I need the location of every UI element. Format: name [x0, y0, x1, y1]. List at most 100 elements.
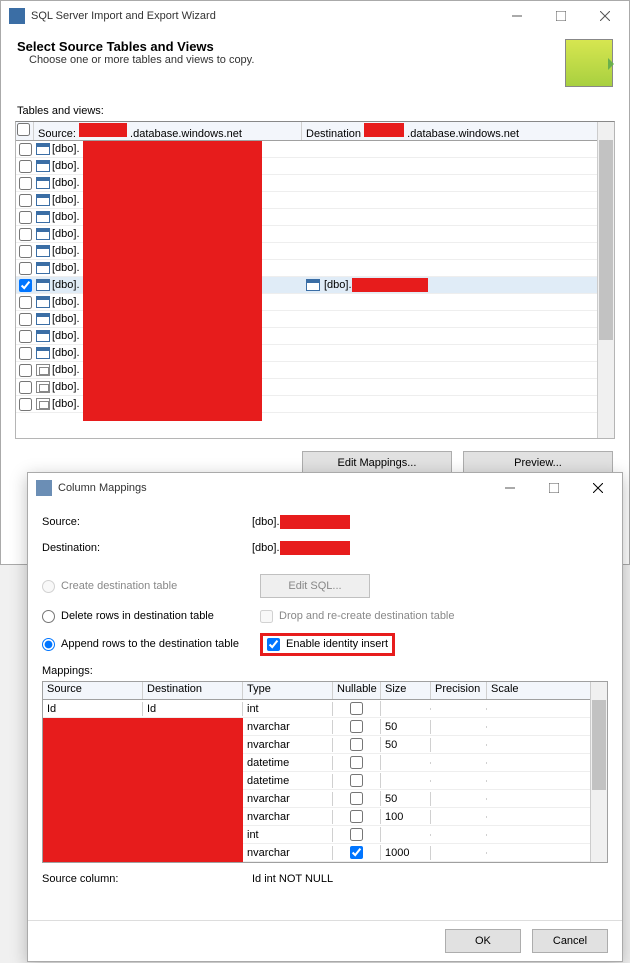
ok-button[interactable]: OK — [445, 929, 521, 953]
col-scale[interactable]: Scale — [487, 682, 607, 699]
mapping-row[interactable]: IdIdint — [43, 700, 607, 718]
map-nullable[interactable] — [333, 755, 381, 770]
dialog-icon — [36, 480, 52, 496]
table-icon — [34, 313, 52, 325]
source-column-header[interactable]: Source: .database.windows.net — [34, 122, 302, 140]
table-icon — [34, 160, 52, 172]
row-checkbox[interactable] — [16, 211, 34, 224]
table-icon — [34, 211, 52, 223]
dialog-minimize-button[interactable] — [488, 474, 532, 502]
col-type[interactable]: Type — [243, 682, 333, 699]
select-all-checkbox[interactable] — [16, 122, 34, 140]
map-precision — [431, 762, 487, 764]
table-icon — [34, 228, 52, 240]
tables-grid: Source: .database.windows.net Destinatio… — [15, 121, 615, 439]
drop-recreate-checkbox: Drop and re-create destination table — [260, 610, 455, 623]
vertical-scrollbar[interactable] — [597, 122, 614, 438]
table-icon — [34, 262, 52, 274]
dialog-close-button[interactable] — [576, 474, 620, 502]
map-type: nvarchar — [243, 738, 333, 752]
mappings-scrollbar[interactable] — [590, 682, 607, 862]
identity-insert-highlight: Enable identity insert — [260, 633, 395, 656]
row-checkbox[interactable] — [16, 143, 34, 156]
tables-grid-header: Source: .database.windows.net Destinatio… — [16, 122, 614, 141]
map-precision — [431, 852, 487, 854]
map-nullable[interactable] — [333, 719, 381, 734]
col-precision[interactable]: Precision — [431, 682, 487, 699]
col-destination[interactable]: Destination — [143, 682, 243, 699]
map-nullable[interactable] — [333, 701, 381, 716]
row-checkbox[interactable] — [16, 177, 34, 190]
map-precision — [431, 834, 487, 836]
enable-identity-insert-checkbox[interactable]: Enable identity insert — [267, 638, 388, 651]
wizard-header: Select Source Tables and Views Choose on… — [1, 31, 629, 103]
map-size — [381, 762, 431, 764]
page-heading: Select Source Tables and Views — [17, 39, 557, 54]
delete-rows-radio[interactable]: Delete rows in destination table — [42, 610, 260, 623]
map-size: 50 — [381, 720, 431, 734]
column-mappings-dialog: Column Mappings Source: [dbo]. Destinati… — [27, 472, 623, 962]
edit-sql-button: Edit SQL... — [260, 574, 370, 598]
wizard-titlebar[interactable]: SQL Server Import and Export Wizard — [1, 1, 629, 31]
map-precision — [431, 708, 487, 710]
row-checkbox[interactable] — [16, 296, 34, 309]
source-value: [dbo]. — [252, 516, 280, 528]
dest-host: .database.windows.net — [407, 128, 519, 140]
row-checkbox[interactable] — [16, 313, 34, 326]
map-scale — [487, 780, 607, 782]
map-source: Id — [43, 702, 143, 716]
table-icon — [34, 330, 52, 342]
map-nullable[interactable] — [333, 845, 381, 860]
map-nullable[interactable] — [333, 827, 381, 842]
row-checkbox[interactable] — [16, 262, 34, 275]
cancel-button[interactable]: Cancel — [532, 929, 608, 953]
map-type: datetime — [243, 774, 333, 788]
append-rows-radio[interactable]: Append rows to the destination table — [42, 638, 260, 651]
close-button[interactable] — [583, 2, 627, 30]
map-destination: Id — [143, 702, 243, 716]
row-checkbox[interactable] — [16, 194, 34, 207]
map-size — [381, 834, 431, 836]
map-scale — [487, 726, 607, 728]
row-checkbox[interactable] — [16, 279, 34, 292]
map-size: 50 — [381, 738, 431, 752]
col-source[interactable]: Source — [43, 682, 143, 699]
minimize-button[interactable] — [495, 2, 539, 30]
table-icon — [34, 143, 52, 155]
map-nullable[interactable] — [333, 791, 381, 806]
map-scale — [487, 744, 607, 746]
map-nullable[interactable] — [333, 773, 381, 788]
mappings-body: IdIdintnvarchar50nvarchar50datetimedatet… — [43, 700, 607, 862]
row-checkbox[interactable] — [16, 330, 34, 343]
row-checkbox[interactable] — [16, 381, 34, 394]
map-nullable[interactable] — [333, 809, 381, 824]
map-type: datetime — [243, 756, 333, 770]
map-size: 100 — [381, 810, 431, 824]
source-host: .database.windows.net — [130, 128, 242, 140]
table-icon — [34, 279, 52, 291]
map-type: nvarchar — [243, 720, 333, 734]
dialog-titlebar[interactable]: Column Mappings — [28, 473, 622, 503]
destination-column-header[interactable]: Destination .database.windows.net — [302, 122, 614, 140]
row-checkbox[interactable] — [16, 160, 34, 173]
dialog-button-row: OK Cancel — [28, 920, 622, 961]
mappings-label: Mappings: — [42, 665, 608, 677]
redacted — [280, 515, 350, 529]
row-checkbox[interactable] — [16, 347, 34, 360]
row-checkbox[interactable] — [16, 364, 34, 377]
source-column-label: Source column: — [42, 873, 252, 885]
mappings-header: Source Destination Type Nullable Size Pr… — [43, 682, 607, 700]
create-table-radio: Create destination table — [42, 580, 260, 593]
col-size[interactable]: Size — [381, 682, 431, 699]
col-nullable[interactable]: Nullable — [333, 682, 381, 699]
map-precision — [431, 744, 487, 746]
row-checkbox[interactable] — [16, 398, 34, 411]
map-nullable[interactable] — [333, 737, 381, 752]
maximize-button[interactable] — [539, 2, 583, 30]
row-checkbox[interactable] — [16, 245, 34, 258]
row-checkbox[interactable] — [16, 228, 34, 241]
source-label: Source: — [42, 516, 252, 528]
map-type: int — [243, 828, 333, 842]
redacted — [83, 141, 262, 421]
dialog-maximize-button[interactable] — [532, 474, 576, 502]
